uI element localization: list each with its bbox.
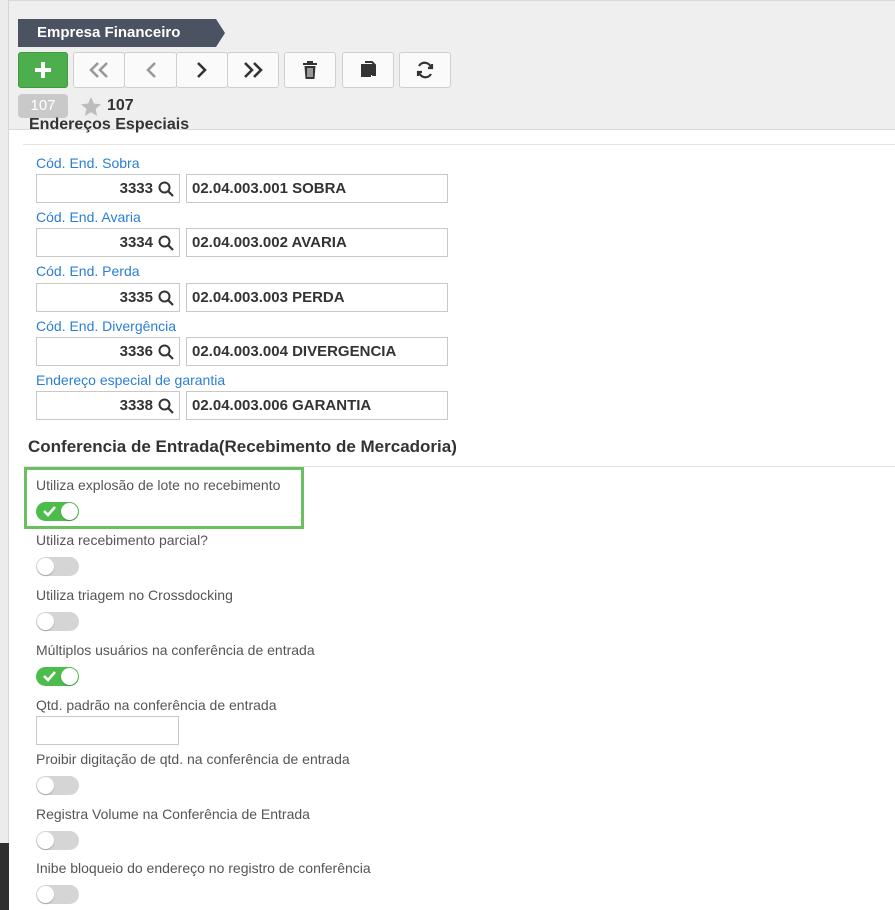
desc-field-perda: 02.04.003.003 PERDA [186,283,448,312]
previous-section-title-cut: Endereços Especiais [29,116,190,133]
desc-field-divergencia: 02.04.003.004 DIVERGENCIA [186,337,448,366]
next-icon [197,62,207,78]
page-header: Empresa Financeiro 107 107 [9,0,895,130]
form-content: Endereços Especiais Cód. End. Sobra 3333… [9,116,895,910]
code-input-garantia[interactable]: 3338 [36,391,180,420]
toggle-knob [37,558,54,575]
search-icon[interactable] [158,181,174,197]
next-record-button[interactable] [176,52,228,88]
search-icon[interactable] [158,344,174,360]
code-input-avaria[interactable]: 3334 [36,228,180,257]
toggle-knob [61,668,78,685]
code-input-sobra[interactable]: 3333 [36,174,180,203]
first-record-button[interactable] [73,52,125,88]
refresh-icon [416,61,434,79]
toggle-knob [61,503,78,520]
left-panel-dark-block [0,843,9,910]
previous-record-button[interactable] [124,52,177,88]
toggle-knob [37,886,54,903]
last-icon [244,62,263,78]
toggle-multiplos-usuarios[interactable] [36,667,79,686]
desc-field-avaria: 02.04.003.002 AVARIA [186,228,448,257]
refresh-button[interactable] [399,52,451,88]
duplicate-button[interactable] [342,52,394,88]
search-icon[interactable] [158,398,174,414]
favorite-count: 107 [107,97,134,114]
option-label-explosao-lote: Utiliza explosão de lote no recebimento [36,477,281,493]
last-record-button[interactable] [227,52,279,88]
toggle-knob [37,613,54,630]
company-title: Empresa Financeiro [18,19,225,47]
label-end-garantia: Endereço especial de garantia [36,372,226,388]
label-end-perda: Cód. End. Perda [36,263,140,279]
add-icon [35,62,51,78]
option-label-recebimento-parcial: Utiliza recebimento parcial? [36,532,208,548]
option-label-proibir-digitacao: Proibir digitação de qtd. na conferência… [36,751,350,767]
code-value: 3338 [119,397,153,414]
code-input-perda[interactable]: 3335 [36,283,180,312]
label-end-divergencia: Cód. End. Divergência [36,318,177,334]
toggle-inibe-bloqueio[interactable] [36,885,79,904]
option-label-inibe-bloqueio: Inibe bloqueio do endereço no registro d… [36,860,371,876]
check-icon [43,671,56,682]
desc-field-sobra: 02.04.003.001 SOBRA [186,174,448,203]
option-label-triagem-crossdocking: Utiliza triagem no Crossdocking [36,587,233,603]
delete-button[interactable] [284,52,336,88]
add-button[interactable] [18,52,68,88]
desc-field-garantia: 02.04.003.006 GARANTIA [186,391,448,420]
code-value: 3336 [119,343,153,360]
qtd-padrao-input[interactable] [36,716,179,745]
first-icon [89,62,108,78]
label-end-avaria: Cód. End. Avaria [36,209,141,225]
search-icon[interactable] [158,235,174,251]
code-value: 3333 [119,180,153,197]
toggle-registra-volume[interactable] [36,831,79,850]
toggle-knob [37,777,54,794]
code-value: 3335 [119,289,153,306]
left-panel-edge [0,0,9,910]
previous-icon [145,62,156,78]
check-icon [43,506,56,517]
toggle-explosao-lote[interactable] [36,502,79,521]
toggle-proibir-digitacao[interactable] [36,776,79,795]
favorites[interactable]: 107 [80,94,134,118]
toggle-recebimento-parcial[interactable] [36,557,79,576]
option-label-registra-volume: Registra Volume na Conferência de Entrad… [36,806,310,822]
option-label-multiplos-usuarios: Múltiplos usuários na conferência de ent… [36,642,315,658]
section-divider [23,144,895,145]
toggle-knob [37,832,54,849]
code-value: 3334 [119,234,153,251]
star-icon [81,96,101,116]
record-count-badge: 107 [18,94,68,118]
option-label-qtd-padrao: Qtd. padrão na conferência de entrada [36,697,277,713]
trash-icon [303,61,317,79]
code-input-divergencia[interactable]: 3336 [36,337,180,366]
label-end-sobra: Cód. End. Sobra [36,155,140,171]
toggle-triagem-crossdocking[interactable] [36,612,79,631]
section-title-conferencia: Conferencia de Entrada(Recebimento de Me… [28,437,457,456]
copy-icon [361,61,376,77]
search-icon[interactable] [158,290,174,306]
